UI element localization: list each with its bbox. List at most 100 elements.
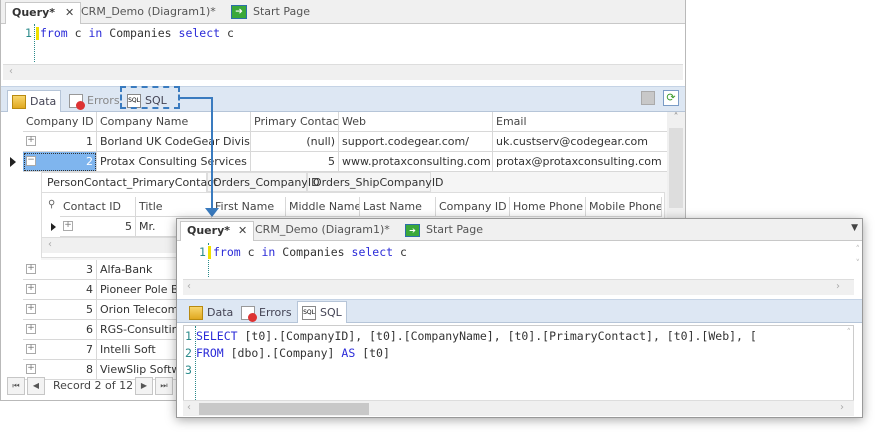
record-counter: Record 2 of 12 [53, 379, 134, 392]
contact-id-cell[interactable]: +5 [60, 217, 136, 237]
refresh-icon[interactable]: ⟳ [663, 90, 679, 106]
tab-crm-demo[interactable]: CRM_Demo (Diagram1)* [249, 221, 396, 243]
close-icon[interactable]: ✕ [65, 6, 74, 19]
expand-icon[interactable]: + [26, 136, 36, 146]
web-cell[interactable]: support.codegear.com/ [339, 132, 493, 152]
first-record-button[interactable]: ⏮ [7, 377, 25, 395]
database-icon [12, 94, 26, 109]
tab-label: Query* [187, 224, 230, 237]
web-cell[interactable]: www.protaxconsulting.com [339, 152, 493, 172]
expand-icon[interactable]: + [63, 221, 73, 231]
keyword: FROM [196, 346, 224, 360]
tab-start-page[interactable]: ➔ Start Page [399, 221, 489, 243]
company-id-cell[interactable]: +6 [23, 320, 97, 340]
editor-hscrollbar[interactable]: ‹ [3, 64, 683, 80]
column-header[interactable]: Home Phone [510, 197, 586, 217]
search-icon[interactable]: ⚲ [48, 199, 55, 210]
keyword: select [178, 26, 221, 40]
code-text: c [393, 245, 407, 259]
keyword: from [213, 245, 241, 259]
company-id-cell[interactable]: +7 [23, 340, 97, 360]
sql-code: SELECT [t0].[CompanyID], [t0].[CompanyNa… [196, 328, 757, 362]
expand-icon[interactable]: + [26, 264, 36, 274]
tab-label: Errors [87, 94, 120, 107]
code-text: c [240, 245, 262, 259]
column-header[interactable]: Email [493, 112, 667, 132]
email-cell[interactable]: uk.custserv@codegear.com [493, 132, 667, 152]
expand-icon[interactable]: + [26, 364, 36, 374]
keyword: SELECT [196, 329, 238, 343]
editor-vscrollbar[interactable]: ˄ ˅ [856, 243, 861, 271]
code-text: [t0] [355, 346, 390, 360]
line-number: 1 [199, 245, 206, 259]
company-name-cell[interactable]: Protax Consulting Services [97, 152, 251, 172]
tab-errors[interactable]: Errors [237, 302, 296, 324]
company-id-cell[interactable]: +3 [23, 260, 97, 280]
company-id-cell[interactable]: −2 [23, 152, 97, 172]
tab-sql[interactable]: SQL SQL [297, 301, 347, 323]
sql-vscrollbar[interactable]: ˄ [847, 328, 852, 338]
tab-label: Data [207, 306, 234, 319]
primary-contact-cell[interactable]: (null) [251, 132, 339, 152]
tab-crm-demo[interactable]: CRM_Demo (Diagram1)* [75, 2, 222, 24]
tab-data[interactable]: Data [185, 302, 237, 324]
tab-label: Errors [259, 306, 292, 319]
column-header[interactable]: Mobile Phone [586, 197, 662, 217]
column-header[interactable]: Contact ID [60, 197, 136, 217]
table-row[interactable]: −2 Protax Consulting Services 5 www.protaxc… [1, 152, 667, 172]
caret [36, 27, 39, 40]
gutter [34, 24, 35, 62]
save-icon[interactable] [641, 91, 655, 105]
detail-tab-active[interactable]: PersonContact_PrimaryContact [41, 172, 218, 192]
primary-contact-cell[interactable]: 5 [251, 152, 339, 172]
tab-list-dropdown-icon[interactable]: ▼ [851, 223, 858, 233]
code-text: c [220, 26, 234, 40]
company-id: 1 [86, 135, 93, 148]
email-cell[interactable]: protax@protaxconsulting.com [493, 152, 667, 172]
company-id-cell[interactable]: +1 [23, 132, 97, 152]
editor-hscrollbar[interactable]: ‹ › [183, 279, 854, 295]
tab-start-page[interactable]: ➔ Start Page [225, 2, 316, 24]
column-header[interactable]: First Name [212, 197, 286, 217]
line-number: 3 [185, 363, 192, 377]
tab-label: Query* [12, 6, 55, 19]
company-name-cell[interactable]: Borland UK CodeGear Division [97, 132, 251, 152]
expand-icon[interactable]: + [26, 344, 36, 354]
column-header[interactable]: Web [339, 112, 493, 132]
detail-tab[interactable]: Orders_ShipCompanyID [307, 172, 444, 192]
column-header[interactable]: Company ID [436, 197, 510, 217]
next-record-button[interactable]: ▶ [135, 377, 153, 395]
code-text: c [67, 26, 89, 40]
company-id-cell[interactable]: +4 [23, 280, 97, 300]
column-header[interactable]: Company Name [97, 112, 251, 132]
query-editor[interactable]: 1 from c in Companies select c ˄ ˅ [183, 243, 860, 277]
tab-query[interactable]: Query* ✕ [180, 221, 255, 241]
detail-tab[interactable]: Orders_CompanyID [207, 172, 320, 192]
close-icon[interactable]: ✕ [238, 224, 247, 237]
query-editor[interactable]: 1 from c in Companies select c [3, 24, 683, 64]
column-header[interactable]: Title [136, 197, 212, 217]
collapse-icon[interactable]: − [26, 156, 36, 166]
sql-file-icon: SQL [302, 305, 316, 320]
sql-hscrollbar[interactable]: ‹ › [183, 400, 854, 416]
column-header[interactable]: Primary Contact [251, 112, 339, 132]
last-record-button[interactable]: ⏭ [155, 377, 173, 395]
result-tabs: Data Errors SQL SQL [177, 299, 862, 323]
sql-viewer[interactable]: 1 2 3 SELECT [t0].[CompanyID], [t0].[Com… [183, 325, 854, 401]
table-row[interactable]: +1 Borland UK CodeGear Division (null) supp… [1, 132, 667, 152]
column-header[interactable]: Middle Name [286, 197, 360, 217]
expand-icon[interactable]: + [26, 324, 36, 334]
tab-query[interactable]: Query* ✕ [5, 2, 82, 24]
company-id-cell[interactable]: +5 [23, 300, 97, 320]
expand-icon[interactable]: + [26, 304, 36, 314]
company-id: 3 [86, 263, 93, 276]
column-header[interactable]: Company ID [23, 112, 97, 132]
tab-errors[interactable]: Errors [65, 90, 124, 112]
company-id: 8 [86, 363, 93, 376]
expand-icon[interactable]: + [26, 284, 36, 294]
company-id: 7 [86, 343, 93, 356]
tab-data[interactable]: Data [7, 90, 62, 112]
line-number: 1 [185, 329, 192, 343]
prev-record-button[interactable]: ◀ [27, 377, 45, 395]
column-header[interactable]: Last Name [360, 197, 436, 217]
